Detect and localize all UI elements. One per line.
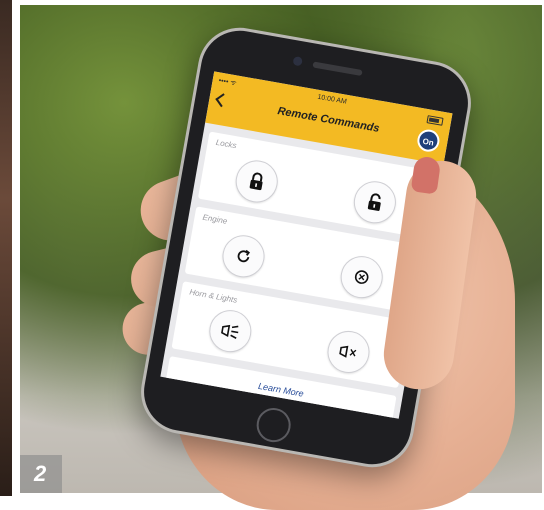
- front-camera: [292, 56, 303, 67]
- horn-lights-off-icon: [339, 345, 357, 358]
- engine-stop-icon: [354, 270, 369, 284]
- horn-lights-off-button[interactable]: [324, 327, 373, 377]
- unlock-button[interactable]: [350, 177, 400, 227]
- lock-button[interactable]: [232, 157, 282, 206]
- section-title: Locks: [215, 137, 238, 151]
- unlock-icon: [367, 193, 381, 211]
- horn-lights-icon: [221, 324, 239, 339]
- home-button[interactable]: [253, 405, 294, 445]
- figure-number: 2: [34, 461, 47, 486]
- engine-start-icon: [237, 249, 250, 263]
- earpiece: [312, 61, 363, 77]
- engine-stop-button[interactable]: [337, 252, 387, 302]
- lock-icon: [249, 172, 263, 191]
- thumb-nail: [410, 155, 442, 195]
- previous-photo-edge: [0, 0, 12, 496]
- figure-number-badge: 2: [20, 455, 62, 493]
- engine-start-button[interactable]: [219, 231, 268, 281]
- battery-icon: [426, 115, 444, 126]
- horn-lights-button[interactable]: [206, 306, 255, 356]
- section-title: Horn & Lights: [188, 287, 239, 305]
- section-title: Engine: [201, 212, 229, 226]
